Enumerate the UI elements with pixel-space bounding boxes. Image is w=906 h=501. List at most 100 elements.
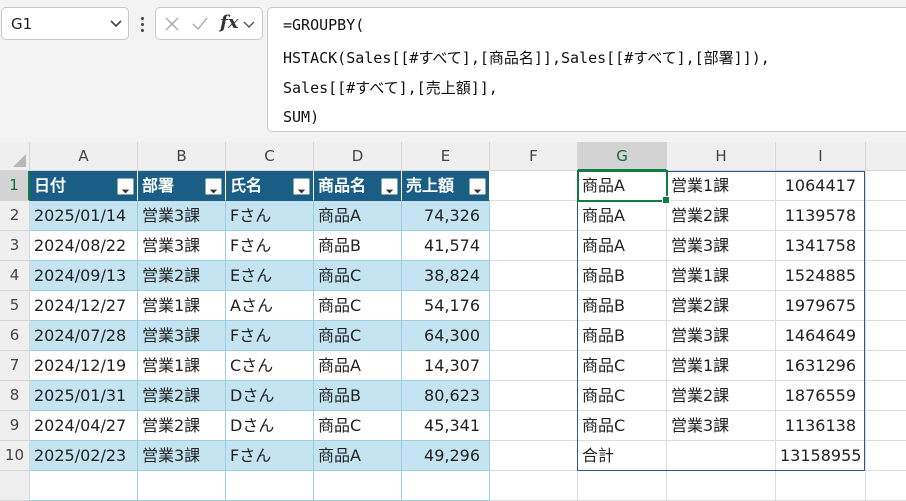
cell-j[interactable] — [866, 471, 906, 501]
table-cell[interactable]: 営業3課 — [138, 321, 226, 351]
groupby-cell[interactable]: 営業2課 — [667, 381, 776, 411]
cell-j[interactable] — [866, 231, 906, 261]
groupby-cell[interactable] — [667, 471, 776, 501]
groupby-cell[interactable]: 1524885 — [776, 261, 866, 291]
cell-f[interactable] — [490, 351, 578, 381]
groupby-cell[interactable]: 1876559 — [776, 381, 866, 411]
table-cell[interactable]: 営業2課 — [138, 261, 226, 291]
enter-check-icon[interactable] — [190, 14, 210, 34]
table-cell[interactable] — [30, 471, 138, 501]
cell-j[interactable] — [866, 321, 906, 351]
column-header-e[interactable]: E — [402, 142, 490, 171]
groupby-cell[interactable]: 商品B — [578, 261, 667, 291]
groupby-cell[interactable]: 商品C — [578, 351, 667, 381]
column-header-next[interactable] — [866, 142, 906, 171]
table-cell[interactable]: 2024/04/27 — [30, 411, 138, 441]
groupby-cell[interactable]: 1979675 — [776, 291, 866, 321]
cell-f[interactable] — [490, 321, 578, 351]
table-cell[interactable] — [226, 471, 314, 501]
groupby-cell[interactable]: 1341758 — [776, 231, 866, 261]
table-header-cell[interactable]: 日付 — [30, 171, 138, 201]
table-cell[interactable]: 14,307 — [402, 351, 490, 381]
table-header-cell[interactable]: 部署 — [138, 171, 226, 201]
cell-f[interactable] — [490, 261, 578, 291]
table-cell[interactable]: 2025/01/31 — [30, 381, 138, 411]
groupby-cell[interactable]: 1139578 — [776, 201, 866, 231]
table-cell[interactable]: Fさん — [226, 201, 314, 231]
column-header-c[interactable]: C — [226, 142, 314, 171]
table-cell[interactable]: 2024/12/27 — [30, 291, 138, 321]
filter-dropdown-icon[interactable] — [381, 178, 398, 195]
row-header[interactable]: 4 — [0, 261, 30, 291]
table-cell[interactable]: 2025/01/14 — [30, 201, 138, 231]
table-cell[interactable]: 2024/12/19 — [30, 351, 138, 381]
table-cell[interactable]: 商品A — [314, 201, 402, 231]
insert-function-button[interactable]: fx — [220, 12, 238, 33]
groupby-cell[interactable]: 営業3課 — [667, 231, 776, 261]
table-cell[interactable]: 80,623 — [402, 381, 490, 411]
groupby-cell[interactable]: 1464649 — [776, 321, 866, 351]
table-cell[interactable]: Aさん — [226, 291, 314, 321]
row-header[interactable]: 6 — [0, 321, 30, 351]
table-cell[interactable]: 営業2課 — [138, 411, 226, 441]
table-cell[interactable]: 営業1課 — [138, 291, 226, 321]
table-header-cell[interactable]: 氏名 — [226, 171, 314, 201]
table-cell[interactable]: Dさん — [226, 381, 314, 411]
column-header-i[interactable]: I — [776, 142, 866, 171]
name-box[interactable]: G1 — [1, 7, 129, 40]
column-header-g[interactable]: G — [578, 142, 667, 171]
cell-f[interactable] — [490, 291, 578, 321]
cell-f[interactable] — [490, 381, 578, 411]
groupby-cell[interactable]: 1064417 — [776, 171, 866, 201]
table-cell[interactable] — [402, 471, 490, 501]
cell-j[interactable] — [866, 351, 906, 381]
groupby-cell[interactable]: 合計 — [578, 441, 667, 471]
table-cell[interactable] — [314, 471, 402, 501]
groupby-cell[interactable]: 商品C — [578, 411, 667, 441]
groupby-cell[interactable]: 1136138 — [776, 411, 866, 441]
table-cell[interactable]: 商品B — [314, 231, 402, 261]
groupby-cell[interactable]: 営業3課 — [667, 411, 776, 441]
table-cell[interactable]: 38,824 — [402, 261, 490, 291]
formula-input[interactable]: =GROUPBY( HSTACK(Sales[[#すべて],[商品名]],Sal… — [267, 7, 906, 132]
table-cell[interactable]: Dさん — [226, 411, 314, 441]
cell-f[interactable] — [490, 171, 578, 201]
row-header[interactable]: 1 — [0, 171, 30, 201]
table-cell[interactable]: 2024/07/28 — [30, 321, 138, 351]
groupby-cell[interactable]: 商品B — [578, 291, 667, 321]
groupby-cell[interactable] — [776, 471, 866, 501]
table-cell[interactable]: 営業3課 — [138, 231, 226, 261]
cell-j[interactable] — [866, 441, 906, 471]
table-cell[interactable]: Eさん — [226, 261, 314, 291]
groupby-cell[interactable]: 営業2課 — [667, 201, 776, 231]
table-cell[interactable]: Fさん — [226, 231, 314, 261]
groupby-cell[interactable]: 商品B — [578, 321, 667, 351]
table-cell[interactable]: 商品A — [314, 351, 402, 381]
row-header[interactable]: 10 — [0, 441, 30, 471]
groupby-cell[interactable]: 13158955 — [776, 441, 866, 471]
groupby-cell[interactable]: 営業2課 — [667, 291, 776, 321]
cell-f[interactable] — [490, 201, 578, 231]
column-header-d[interactable]: D — [314, 142, 402, 171]
cell-f[interactable] — [490, 471, 578, 501]
groupby-cell[interactable]: 営業3課 — [667, 321, 776, 351]
groupby-cell[interactable]: 営業1課 — [667, 261, 776, 291]
table-cell[interactable]: 45,341 — [402, 411, 490, 441]
cancel-icon[interactable] — [162, 14, 182, 34]
row-header[interactable]: 2 — [0, 201, 30, 231]
table-cell[interactable]: 商品A — [314, 441, 402, 471]
groupby-cell[interactable]: 商品A — [578, 231, 667, 261]
table-cell[interactable]: 営業3課 — [138, 201, 226, 231]
table-cell[interactable] — [138, 471, 226, 501]
column-header-a[interactable]: A — [30, 142, 138, 171]
column-header-b[interactable]: B — [138, 142, 226, 171]
groupby-cell[interactable] — [578, 471, 667, 501]
select-all-corner[interactable] — [0, 142, 30, 171]
filter-dropdown-icon[interactable] — [205, 178, 222, 195]
row-header[interactable]: 8 — [0, 381, 30, 411]
table-cell[interactable]: 商品C — [314, 261, 402, 291]
table-cell[interactable]: 商品C — [314, 291, 402, 321]
chevron-down-icon[interactable] — [242, 14, 256, 34]
sort-filter-icon[interactable] — [117, 178, 134, 195]
row-header[interactable] — [0, 471, 30, 501]
